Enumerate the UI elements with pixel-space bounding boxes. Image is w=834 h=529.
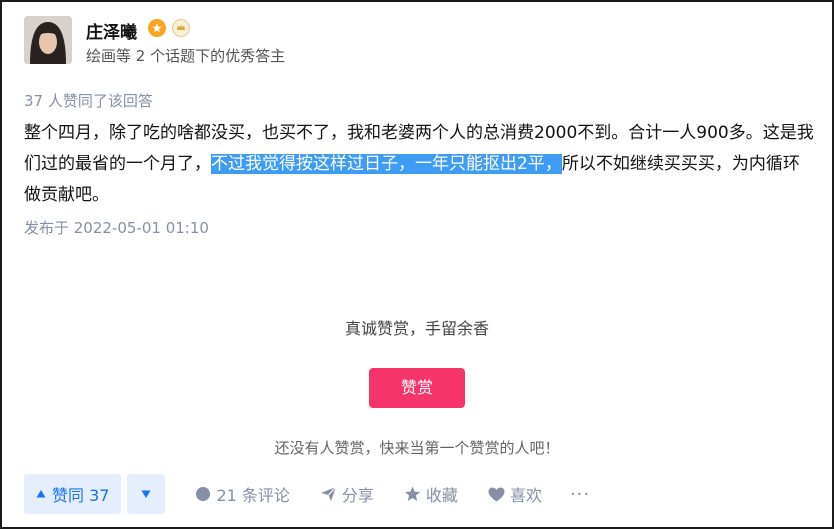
upvote-count-text[interactable]: 37 人赞同了该回答 [24, 90, 153, 111]
publish-time[interactable]: 发布于 2022-05-01 01:10 [24, 217, 209, 238]
reward-title: 真诚赞赏，手留余香 [344, 319, 489, 338]
selected-text: 不过我觉得按这样过日子，一年只能抠出2平， [211, 154, 562, 174]
answer-content: 整个四月，除了吃的啥都没买，也买不了，我和老婆两个人的总消费2000不到。合计一… [24, 118, 814, 211]
upvote-label: 赞同 37 [52, 486, 110, 505]
comments-label: 21 条评论 [216, 486, 290, 505]
author-name[interactable]: 庄泽曦 [86, 18, 137, 43]
triangle-up-icon [36, 490, 46, 498]
share-icon [320, 486, 337, 501]
share-label: 分享 [341, 486, 374, 505]
heart-icon [488, 487, 505, 501]
answer-card: 庄泽曦 绘画等 2 个话题下的优秀答主 37 人赞同了该回答 整个四月，除了吃的… [0, 0, 834, 529]
action-bar: 赞同 37 21 条评论 分享 收藏 喜欢 ··· [24, 474, 590, 514]
like-label: 喜欢 [509, 486, 542, 505]
upvote-button[interactable]: 赞同 37 [24, 474, 122, 514]
downvote-button[interactable] [127, 474, 166, 514]
reward-section: 真诚赞赏，手留余香 赞赏 还没有人赞赏，快来当第一个赞赏的人吧！ [2, 302, 832, 458]
author-badges [148, 19, 190, 37]
more-options-icon[interactable]: ··· [570, 484, 590, 505]
avatar[interactable] [24, 16, 72, 64]
comment-icon [196, 487, 211, 501]
share-button[interactable]: 分享 [320, 482, 374, 506]
favorite-label: 收藏 [425, 486, 458, 505]
star-icon [404, 486, 420, 501]
reward-note: 还没有人赞赏，快来当第一个赞赏的人吧！ [274, 439, 560, 457]
triangle-down-icon [141, 490, 151, 498]
favorite-button[interactable]: 收藏 [404, 482, 458, 506]
like-button[interactable]: 喜欢 [488, 482, 542, 506]
reward-button[interactable]: 赞赏 [369, 368, 465, 408]
certified-badge-icon[interactable] [148, 19, 166, 37]
author-description: 绘画等 2 个话题下的优秀答主 [86, 47, 286, 65]
level-badge-icon[interactable] [172, 19, 190, 37]
comments-button[interactable]: 21 条评论 [195, 482, 290, 506]
